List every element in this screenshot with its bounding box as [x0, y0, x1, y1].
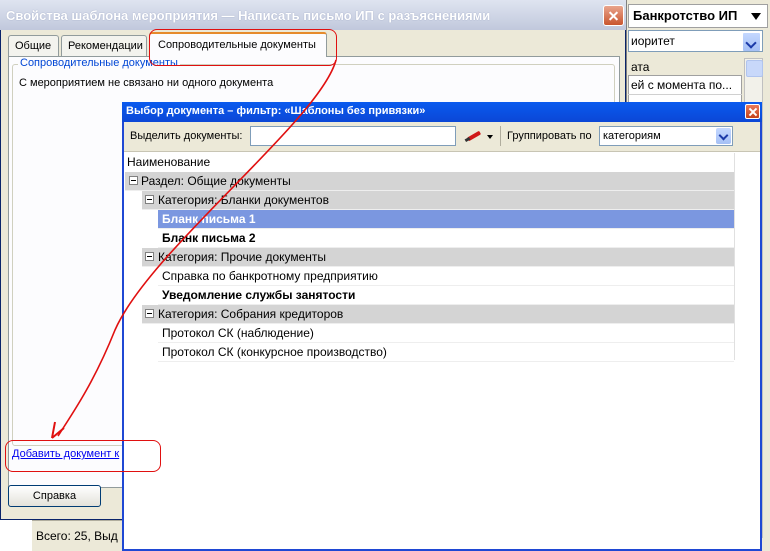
group-by-value: категориям — [603, 130, 661, 142]
group-by-label: Группировать по — [507, 130, 592, 142]
tree-item[interactable]: Бланк письма 1 — [158, 210, 734, 229]
highlight-marker-button[interactable] — [462, 126, 496, 146]
background-table-header[interactable]: ата — [628, 58, 742, 76]
dialog-title-bar: Свойства шаблона мероприятия — Написать … — [0, 0, 626, 30]
select-documents-label: Выделить документы: — [130, 130, 243, 142]
list-scroll-area — [734, 153, 760, 360]
close-icon[interactable] — [603, 5, 624, 26]
dropdown-arrow-icon[interactable] — [751, 13, 761, 20]
collapse-icon[interactable] — [145, 195, 154, 204]
dropdown-arrow-icon[interactable] — [487, 135, 493, 139]
background-table-row[interactable]: ей с момента по... — [628, 76, 742, 95]
tree-category[interactable]: Категория: Собрания кредиторов — [142, 305, 734, 324]
tree-category[interactable]: Категория: Бланки документов — [142, 191, 734, 210]
tree-item[interactable]: Справка по банкротному предприятию — [158, 267, 734, 286]
scroll-up-icon[interactable] — [746, 60, 763, 77]
annotation-highlight-tab — [149, 29, 337, 66]
group-by-select[interactable]: категориям — [599, 126, 733, 146]
collapse-icon[interactable] — [129, 176, 138, 185]
empty-message: С мероприятием не связано ни одного доку… — [19, 77, 274, 89]
tree-category-label: Категория: Прочие документы — [158, 250, 327, 264]
column-header-name[interactable]: Наименование — [125, 153, 734, 172]
tree-section-label: Раздел: Общие документы — [141, 174, 291, 188]
background-window-title[interactable]: Банкротство ИП — [628, 4, 768, 28]
select-documents-input[interactable] — [250, 126, 456, 146]
tree-item[interactable]: Бланк письма 2 — [158, 229, 734, 248]
tree-category[interactable]: Категория: Прочие документы — [142, 248, 734, 267]
collapse-icon[interactable] — [145, 309, 154, 318]
dialog-title: Свойства шаблона мероприятия — Написать … — [6, 8, 491, 23]
tree-item[interactable]: Протокол СК (наблюдение) — [158, 324, 734, 343]
close-icon[interactable] — [745, 104, 760, 119]
tree-item[interactable]: Протокол СК (конкурсное производство) — [158, 343, 734, 362]
tree-category-label: Категория: Бланки документов — [158, 193, 329, 207]
tree-item[interactable]: Уведомление службы занятости — [158, 286, 734, 305]
chevron-down-icon[interactable] — [716, 128, 731, 144]
marker-tip-icon — [464, 136, 471, 143]
help-button[interactable]: Справка — [8, 485, 101, 507]
tab-recommendations[interactable]: Рекомендации — [61, 35, 147, 56]
background-window-title-text: Банкротство ИП — [633, 8, 738, 23]
tree-section[interactable]: Раздел: Общие документы — [125, 172, 734, 191]
chevron-down-icon[interactable] — [742, 32, 761, 51]
tab-general[interactable]: Общие — [8, 35, 59, 56]
tree-category-label: Категория: Собрания кредиторов — [158, 307, 344, 321]
priority-combo-value: иоритет — [631, 34, 675, 48]
collapse-icon[interactable] — [145, 252, 154, 261]
priority-combo[interactable]: иоритет — [628, 30, 763, 52]
picker-title: Выбор документа – фильтр: «Шаблоны без п… — [122, 102, 762, 122]
annotation-highlight-link — [5, 440, 161, 472]
toolbar-separator — [500, 126, 501, 146]
